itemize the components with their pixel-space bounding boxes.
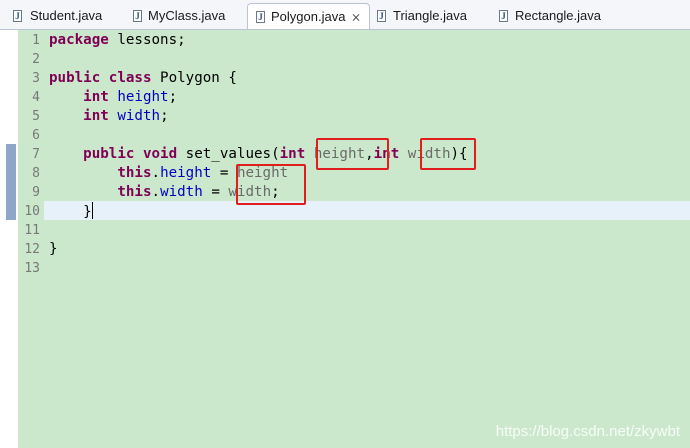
line-number: 11	[24, 223, 40, 238]
code-token: =	[211, 165, 237, 181]
field-token: height	[160, 165, 212, 181]
change-ruler	[0, 30, 18, 448]
highlight-box-param-height	[316, 138, 389, 170]
code-token: }	[49, 241, 58, 257]
line-number: 2	[32, 52, 40, 67]
code-area[interactable]: package lessons; public class Polygon { i…	[44, 30, 690, 448]
line-number: 5	[32, 109, 40, 124]
keyword-token: int	[279, 146, 306, 162]
line-number: 3	[32, 71, 40, 86]
tab-polygon-java[interactable]: J Polygon.java ⨯	[247, 3, 370, 29]
keyword-token: this	[117, 184, 152, 200]
code-token: }	[49, 204, 92, 220]
line-number: 6	[32, 128, 40, 143]
keyword-token: int	[83, 108, 109, 124]
code-token: lessons;	[108, 32, 186, 48]
line-number: 1	[32, 33, 40, 48]
code-line: int width;	[49, 107, 169, 126]
field-token: height	[117, 89, 169, 105]
java-file-icon: J	[377, 10, 386, 22]
code-token: .	[151, 184, 161, 200]
watermark: https://blog.csdn.net/zkywbt	[495, 423, 680, 440]
code-token: ;	[168, 89, 178, 105]
code-line: public void set_values(int height,int wi…	[49, 145, 467, 164]
keyword-token: this	[117, 165, 152, 181]
tab-label: Rectangle.java	[515, 8, 601, 23]
highlight-box-param-width	[420, 138, 476, 170]
highlight-box-assigned-values	[236, 164, 306, 205]
line-number: 7	[32, 147, 40, 162]
keyword-token: package	[49, 32, 109, 48]
tab-label: MyClass.java	[148, 8, 226, 23]
line-number: 12	[24, 242, 40, 257]
editor-tab-bar: J Student.java J MyClass.java J Polygon.…	[0, 0, 690, 30]
line-number: 13	[24, 261, 40, 276]
line-number: 9	[32, 185, 40, 200]
tab-label: Student.java	[30, 8, 103, 23]
line-number: 4	[32, 90, 40, 105]
keyword-token: class	[108, 70, 152, 86]
close-tab-icon[interactable]: ⨯	[351, 4, 361, 30]
tab-rectangle-java[interactable]: J Rectangle.java	[494, 3, 624, 29]
keyword-token: void	[142, 146, 178, 162]
tab-triangle-java[interactable]: J Triangle.java	[372, 3, 490, 29]
tab-label: Triangle.java	[393, 8, 467, 23]
tab-myclass-java[interactable]: J MyClass.java	[124, 3, 242, 29]
code-token: Polygon {	[151, 70, 237, 86]
code-line: }	[49, 240, 58, 259]
line-number-gutter: 1 2 3 4 5 6 7 8 9 10 11 12 13	[18, 30, 44, 448]
code-editor[interactable]: 1 2 3 4 5 6 7 8 9 10 11 12 13 package lessons; public…	[0, 30, 690, 448]
keyword-token: public	[49, 70, 101, 86]
tab-label: Polygon.java	[271, 9, 346, 24]
keyword-token: public	[83, 146, 135, 162]
code-token: ;	[160, 108, 169, 124]
code-token: .	[151, 165, 161, 181]
line-number: 10	[24, 204, 40, 219]
code-line: public class Polygon {	[49, 69, 237, 88]
java-file-icon: J	[499, 10, 508, 22]
line-number: 8	[32, 166, 40, 181]
field-token: width	[160, 184, 203, 200]
keyword-token: int	[83, 89, 109, 105]
change-marker	[6, 144, 16, 220]
code-token: set_values(	[177, 146, 280, 162]
field-token: width	[117, 108, 161, 124]
text-cursor	[91, 202, 93, 219]
code-line: package lessons;	[49, 31, 186, 50]
current-line-highlight	[44, 201, 690, 220]
java-file-icon: J	[256, 11, 265, 23]
code-line: }	[49, 202, 93, 221]
java-file-icon: J	[13, 10, 22, 22]
java-file-icon: J	[133, 10, 142, 22]
code-line: int height;	[49, 88, 177, 107]
code-token: =	[202, 184, 229, 200]
tab-student-java[interactable]: J Student.java	[4, 3, 112, 29]
